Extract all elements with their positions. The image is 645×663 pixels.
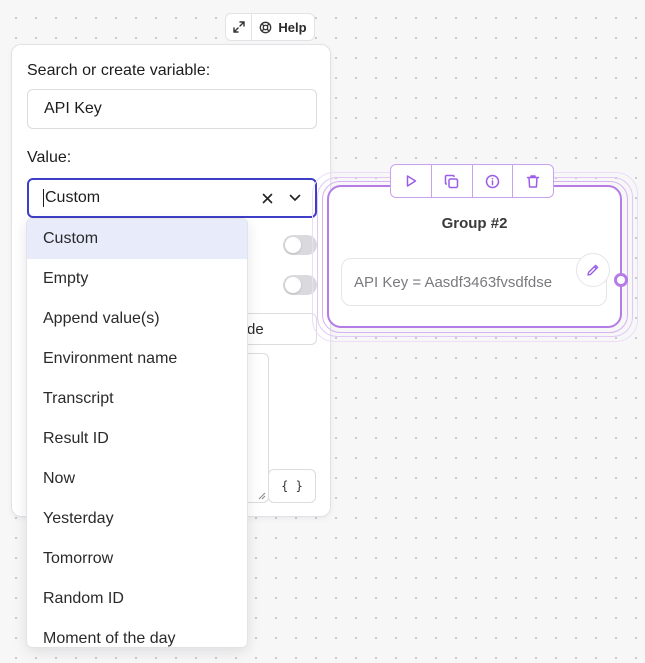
info-icon xyxy=(485,174,500,188)
dropdown-option[interactable]: Random ID xyxy=(27,579,247,619)
search-variable-label: Search or create variable: xyxy=(27,62,211,79)
resize-grip-icon[interactable] xyxy=(258,492,266,500)
expand-button[interactable] xyxy=(226,14,252,40)
dropdown-option[interactable]: Custom xyxy=(27,219,247,259)
value-dropdown: Custom Empty Append value(s) Environment… xyxy=(26,218,248,648)
expand-icon xyxy=(232,21,245,33)
dropdown-option[interactable]: Moment of the day xyxy=(27,619,247,647)
dropdown-option[interactable]: Tomorrow xyxy=(27,539,247,579)
play-button[interactable] xyxy=(391,165,432,197)
chevron-down-icon xyxy=(289,194,301,201)
pencil-icon xyxy=(587,264,599,276)
group-toolbar xyxy=(390,164,554,198)
help-label: Help xyxy=(278,19,307,35)
dropdown-option[interactable]: Append value(s) xyxy=(27,299,247,339)
dropdown-option[interactable]: Yesterday xyxy=(27,499,247,539)
lifebuoy-icon xyxy=(260,21,272,33)
value-label: Value: xyxy=(27,149,72,166)
top-toolbar: Help xyxy=(225,13,315,41)
insert-variable-button[interactable]: { } xyxy=(268,469,316,503)
trash-icon xyxy=(526,174,540,188)
value-select[interactable]: Custom xyxy=(27,178,317,218)
dropdown-option[interactable]: Result ID xyxy=(27,419,247,459)
value-select-text[interactable]: Custom xyxy=(43,189,253,207)
dropdown-option[interactable]: Empty xyxy=(27,259,247,299)
help-button[interactable]: Help xyxy=(252,14,314,40)
group-output-port[interactable] xyxy=(614,273,628,287)
info-button[interactable] xyxy=(473,165,514,197)
close-icon xyxy=(262,193,272,203)
set-variable-block[interactable]: API Key = Aasdf3463fvsdfdse xyxy=(341,258,607,306)
play-icon xyxy=(406,175,417,187)
variable-search-input[interactable]: API Key xyxy=(27,89,317,129)
delete-button[interactable] xyxy=(513,165,553,197)
group-node[interactable]: Group #2 API Key = Aasdf3463fvsdfdse xyxy=(327,185,622,328)
group-title[interactable]: Group #2 xyxy=(329,215,620,232)
value-select-toggle[interactable] xyxy=(281,184,309,212)
duplicate-icon xyxy=(444,174,459,188)
duplicate-button[interactable] xyxy=(432,165,473,197)
dropdown-option[interactable]: Now xyxy=(27,459,247,499)
dropdown-option[interactable]: Environment name xyxy=(27,339,247,379)
dropdown-option[interactable]: Transcript xyxy=(27,379,247,419)
clear-selection-button[interactable] xyxy=(253,184,281,212)
edit-block-button[interactable] xyxy=(576,253,610,287)
